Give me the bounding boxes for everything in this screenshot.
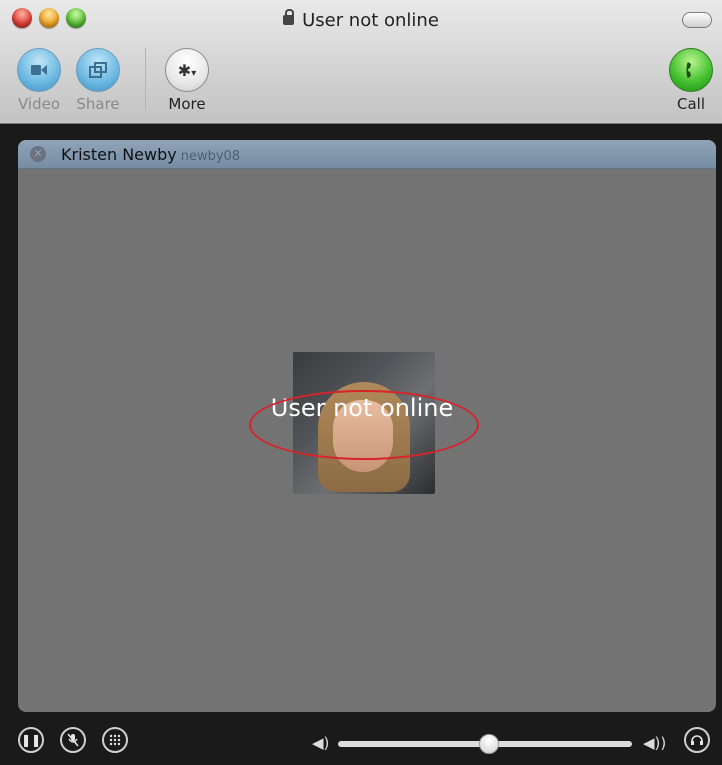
call-button[interactable]: Call [666, 48, 716, 113]
volume-slider-knob[interactable] [478, 734, 499, 754]
highlight-ring [249, 390, 479, 460]
phone-icon [669, 48, 713, 92]
pause-icon[interactable]: ❚❚ [18, 727, 44, 753]
share-icon [76, 48, 120, 92]
gear-icon: ✱▾ [165, 48, 209, 92]
volume-high-icon: ◀)) [643, 734, 667, 752]
window-title: User not online [0, 9, 722, 31]
volume-slider[interactable] [338, 734, 632, 754]
share-button[interactable]: Share [73, 48, 123, 113]
lock-icon [283, 9, 295, 25]
more-button[interactable]: ✱▾ More [162, 48, 212, 113]
toolbar-toggle-button[interactable] [682, 12, 712, 28]
contact-name-row: Kristen Newby newby08 [61, 145, 240, 164]
contact-username: newby08 [180, 149, 241, 164]
mute-mic-icon[interactable] [60, 727, 86, 753]
headset-icon[interactable] [684, 727, 710, 753]
toolbar-separator [145, 48, 146, 110]
volume-low-icon: ◀) [312, 734, 330, 752]
contact-bar: ✕ Kristen Newby newby08 [18, 140, 716, 169]
video-icon [17, 48, 61, 92]
call-controls-bar: ❚❚ ◀) ◀)) [0, 712, 722, 765]
share-label: Share [76, 95, 120, 113]
more-label: More [168, 95, 206, 113]
contact-name: Kristen Newby [61, 145, 177, 164]
toolbar: User not online Video Share ✱▾ More Call [0, 0, 722, 124]
window-title-text: User not online [302, 10, 439, 31]
dialpad-icon[interactable] [102, 727, 128, 753]
offline-status-icon: ✕ [30, 146, 46, 162]
call-label: Call [676, 95, 705, 113]
video-button[interactable]: Video [14, 48, 64, 113]
video-label: Video [17, 95, 61, 113]
conversation-panel: ✕ Kristen Newby newby08 User not online [18, 140, 716, 712]
call-window: User not online Video Share ✱▾ More Call… [0, 0, 722, 765]
